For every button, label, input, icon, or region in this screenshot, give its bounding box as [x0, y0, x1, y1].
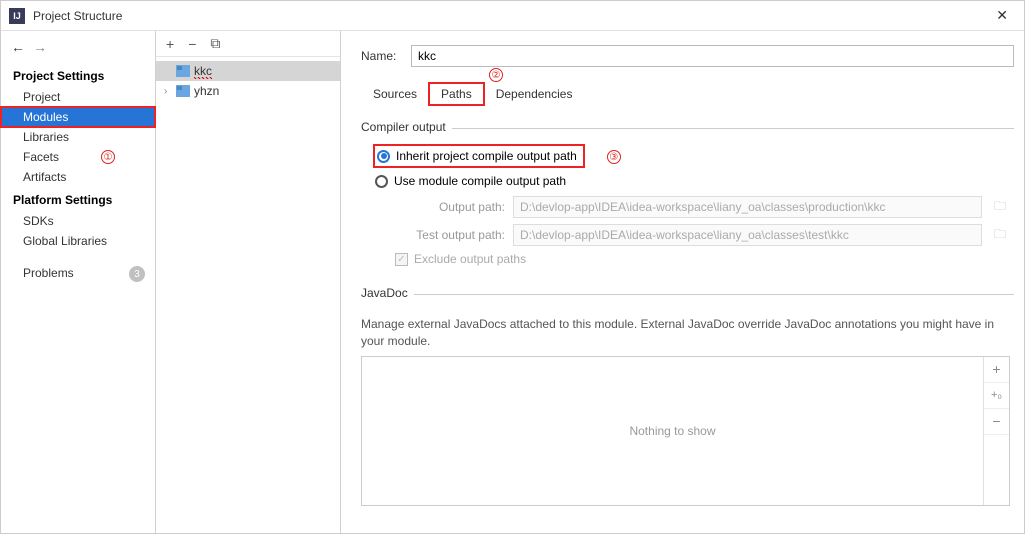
nav-history: ← → — [1, 35, 155, 63]
tab-dependencies[interactable]: Dependencies — [484, 83, 585, 105]
module-tabs: Sources Paths ② Dependencies — [361, 83, 1014, 106]
copy-icon[interactable]: ⧉ — [210, 35, 220, 52]
javadoc-remove-button[interactable]: − — [984, 409, 1009, 435]
test-output-path-input — [513, 224, 982, 246]
javadoc-description: Manage external JavaDocs attached to thi… — [361, 316, 1010, 350]
name-label: Name: — [361, 49, 411, 63]
browse-folder-icon: 🗀 — [990, 225, 1010, 246]
back-arrow-icon[interactable]: ← — [11, 39, 25, 55]
module-icon — [176, 85, 190, 97]
module-tree-panel: + − ⧉ kkc › yhzn — [156, 31, 341, 533]
annotation-2: ② — [489, 67, 503, 82]
javadoc-fieldset: JavaDoc Manage external JavaDocs attache… — [361, 286, 1014, 510]
sidebar-item-global-libraries[interactable]: Global Libraries — [1, 231, 155, 251]
problems-label: Problems — [23, 266, 74, 280]
exclude-checkbox: ✓ — [395, 253, 408, 266]
module-detail-panel: Name: Sources Paths ② Dependencies Compi… — [341, 31, 1024, 533]
javadoc-specify-button[interactable]: +₀ — [984, 383, 1009, 409]
output-path-label: Output path: — [395, 200, 505, 214]
javadoc-empty-text: Nothing to show — [362, 357, 983, 505]
annotation-1: ① — [101, 149, 115, 164]
tree-label: kkc — [194, 64, 212, 79]
module-name-input[interactable] — [411, 45, 1014, 67]
test-output-path-label: Test output path: — [395, 228, 505, 242]
tree-item-kkc[interactable]: kkc — [156, 61, 340, 81]
expand-arrow-icon[interactable]: › — [164, 86, 176, 97]
radio-inherit-row[interactable]: Inherit project compile output path ③ — [375, 146, 1010, 166]
forward-arrow-icon[interactable]: → — [33, 39, 47, 55]
sidebar-item-sdks[interactable]: SDKs — [1, 211, 155, 231]
tree-toolbar: + − ⧉ — [156, 31, 340, 57]
problems-count-badge: 3 — [129, 266, 145, 282]
remove-icon[interactable]: − — [188, 36, 196, 52]
close-icon[interactable]: ✕ — [988, 3, 1016, 28]
app-icon: IJ — [9, 8, 25, 24]
javadoc-side-buttons: + +₀ − — [983, 357, 1009, 505]
javadoc-legend: JavaDoc — [361, 286, 414, 300]
sidebar-item-facets[interactable]: Facets — [1, 147, 155, 167]
radio-inherit[interactable] — [377, 150, 390, 163]
output-path-input — [513, 196, 982, 218]
section-platform-settings: Platform Settings — [1, 187, 155, 211]
tab-paths[interactable]: Paths — [429, 83, 484, 105]
radio-module[interactable] — [375, 175, 388, 188]
sidebar-item-artifacts[interactable]: Artifacts — [1, 167, 155, 187]
tree-label: yhzn — [194, 84, 219, 98]
settings-sidebar: ← → Project Settings Project Modules Lib… — [1, 31, 156, 533]
compiler-output-fieldset: Compiler output Inherit project compile … — [361, 120, 1014, 270]
radio-module-row[interactable]: Use module compile output path — [375, 174, 1010, 188]
module-icon — [176, 65, 190, 77]
sidebar-item-modules[interactable]: Modules — [1, 107, 155, 127]
window-title: Project Structure — [33, 9, 988, 23]
browse-folder-icon: 🗀 — [990, 197, 1010, 218]
sidebar-item-libraries[interactable]: Libraries — [1, 127, 155, 147]
exclude-output-row: ✓ Exclude output paths — [375, 252, 1010, 266]
radio-inherit-label: Inherit project compile output path — [396, 149, 577, 163]
javadoc-list-box: Nothing to show + +₀ − — [361, 356, 1010, 506]
sidebar-item-problems[interactable]: Problems 3 — [1, 263, 155, 283]
section-project-settings: Project Settings — [1, 63, 155, 87]
annotation-3: ③ — [607, 149, 621, 164]
exclude-label: Exclude output paths — [414, 252, 526, 266]
compiler-output-legend: Compiler output — [361, 120, 452, 134]
tree-item-yhzn[interactable]: › yhzn — [156, 81, 340, 101]
tab-sources[interactable]: Sources — [361, 83, 429, 105]
radio-module-label: Use module compile output path — [394, 174, 566, 188]
add-icon[interactable]: + — [166, 36, 174, 52]
titlebar: IJ Project Structure ✕ — [1, 1, 1024, 31]
sidebar-item-project[interactable]: Project — [1, 87, 155, 107]
module-tree: kkc › yhzn — [156, 57, 340, 105]
javadoc-add-button[interactable]: + — [984, 357, 1009, 383]
